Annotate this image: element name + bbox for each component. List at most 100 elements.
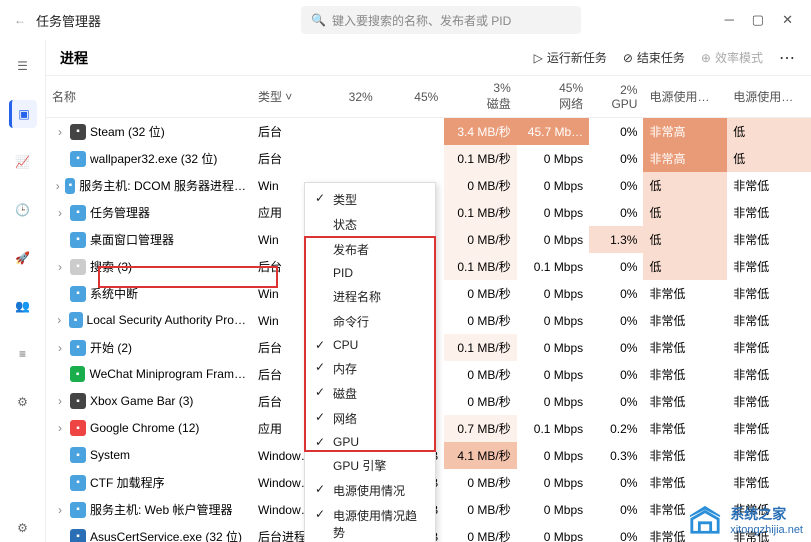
close-button[interactable]: ✕ <box>782 12 793 28</box>
process-name: wallpaper32.exe (32 位) <box>90 150 217 167</box>
process-icon: ▪ <box>70 420 86 436</box>
performance-tab-icon[interactable]: 📈 <box>9 148 37 176</box>
process-name: 任务管理器 <box>90 204 150 221</box>
search-icon: 🔍 <box>311 13 326 27</box>
cell-disk: 0 MB/秒 <box>444 361 516 388</box>
menu-item[interactable]: CPU <box>305 334 435 356</box>
menu-item[interactable]: 网络 <box>305 406 435 431</box>
table-row[interactable]: ▪ wallpaper32.exe (32 位) 后台 0.1 MB/秒 0 M… <box>46 145 811 172</box>
col-cpu[interactable]: 32% <box>320 76 379 118</box>
search-placeholder: 键入要搜索的名称、发布者或 PID <box>332 12 511 29</box>
details-tab-icon[interactable]: ≡ <box>9 340 37 368</box>
cell-disk: 0 MB/秒 <box>444 172 516 199</box>
cell-gpu: 0% <box>589 523 643 542</box>
cell-disk: 0 MB/秒 <box>444 226 516 253</box>
process-name: CTF 加载程序 <box>90 474 165 491</box>
end-task-button[interactable]: ⊘ 结束任务 <box>623 49 685 66</box>
cell-disk: 3.4 MB/秒 <box>444 118 516 146</box>
minimize-button[interactable]: ─ <box>725 12 734 28</box>
cell-net: 0.1 Mbps <box>517 253 589 280</box>
menu-item[interactable]: PID <box>305 262 435 284</box>
cell-gpu: 0% <box>589 280 643 307</box>
expand-icon[interactable]: › <box>54 341 66 355</box>
col-mem[interactable]: 45% <box>379 76 445 118</box>
process-name: WeChat Miniprogram Fram… <box>89 367 245 381</box>
cell-net: 0 Mbps <box>517 199 589 226</box>
menu-icon[interactable]: ☰ <box>9 52 37 80</box>
cell-power: 低 <box>643 253 727 280</box>
cell-disk: 0 MB/秒 <box>444 388 516 415</box>
cell-power-trend: 低 <box>727 118 811 146</box>
column-context-menu: 类型状态发布者PID进程名称命令行CPU内存磁盘网络GPUGPU 引擎电源使用情… <box>304 182 436 542</box>
settings-icon[interactable]: ⚙ <box>9 514 37 542</box>
maximize-button[interactable]: ▢ <box>752 12 764 28</box>
cell-power-trend: 非常低 <box>727 361 811 388</box>
expand-icon[interactable]: › <box>54 179 61 193</box>
cell-power-trend: 非常低 <box>727 415 811 442</box>
efficiency-mode-button[interactable]: ⊕ 效率模式 <box>701 49 763 66</box>
menu-item[interactable]: GPU <box>305 431 435 453</box>
expand-icon[interactable]: › <box>54 503 66 517</box>
menu-item[interactable]: 电源使用情况 <box>305 478 435 503</box>
cell-disk: 0.7 MB/秒 <box>444 415 516 442</box>
process-name: 服务主机: DCOM 服务器进程… <box>79 177 246 194</box>
cell-power: 非常低 <box>643 307 727 334</box>
more-icon[interactable]: ⋯ <box>779 48 797 68</box>
process-name: 服务主机: Web 帐户管理器 <box>90 501 232 518</box>
cell-gpu: 0.2% <box>589 415 643 442</box>
cell-net: 0 Mbps <box>517 388 589 415</box>
col-gpu[interactable]: 2%GPU <box>589 76 643 118</box>
menu-item[interactable]: 电源使用情况趋势 <box>305 503 435 542</box>
expand-icon[interactable]: › <box>54 394 66 408</box>
cell-power-trend: 非常低 <box>727 253 811 280</box>
cell-disk: 0.1 MB/秒 <box>444 253 516 280</box>
table-row[interactable]: › ▪ Steam (32 位) 后台 3.4 MB/秒 45.7 Mb… 0%… <box>46 118 811 146</box>
cell-mem <box>379 145 445 172</box>
menu-item[interactable]: 状态 <box>305 212 435 237</box>
process-icon: ▪ <box>70 447 86 463</box>
run-new-task-button[interactable]: ▷ 运行新任务 <box>534 49 607 66</box>
menu-item[interactable]: 类型 <box>305 187 435 212</box>
cell-power: 低 <box>643 199 727 226</box>
history-tab-icon[interactable]: 🕒 <box>9 196 37 224</box>
expand-icon[interactable]: › <box>54 125 66 139</box>
cell-gpu: 1.3% <box>589 226 643 253</box>
menu-item[interactable]: 进程名称 <box>305 284 435 309</box>
col-power-trend[interactable]: 电源使用情… <box>727 76 811 118</box>
process-icon: ▪ <box>70 205 86 221</box>
expand-icon[interactable]: › <box>54 421 66 435</box>
search-input[interactable]: 🔍 键入要搜索的名称、发布者或 PID <box>301 6 581 34</box>
back-icon[interactable]: ← <box>8 8 32 32</box>
processes-tab-icon[interactable]: ▣ <box>9 100 37 128</box>
menu-item[interactable]: 命令行 <box>305 309 435 334</box>
cell-disk: 0.1 MB/秒 <box>444 145 516 172</box>
process-name: 搜索 (3) <box>90 258 132 275</box>
services-tab-icon[interactable]: ⚙ <box>9 388 37 416</box>
expand-icon[interactable]: › <box>54 260 66 274</box>
menu-item[interactable]: GPU 引擎 <box>305 453 435 478</box>
watermark: 系统之家 xitongzhijia.net <box>686 504 803 536</box>
startup-tab-icon[interactable]: 🚀 <box>9 244 37 272</box>
menu-item[interactable]: 磁盘 <box>305 381 435 406</box>
cell-power-trend: 非常低 <box>727 442 811 469</box>
col-name[interactable]: 名称 <box>46 76 252 118</box>
process-icon: ▪ <box>70 124 86 140</box>
expand-icon[interactable]: › <box>54 313 65 327</box>
process-name: Google Chrome (12) <box>90 421 199 435</box>
col-type[interactable]: 类型 ˅ <box>252 76 320 118</box>
menu-item[interactable]: 发布者 <box>305 237 435 262</box>
expand-icon[interactable]: › <box>54 206 66 220</box>
col-disk[interactable]: 3%磁盘 <box>444 76 516 118</box>
process-name: System <box>90 448 130 462</box>
process-icon: ▪ <box>65 178 75 194</box>
users-tab-icon[interactable]: 👥 <box>9 292 37 320</box>
menu-item[interactable]: 内存 <box>305 356 435 381</box>
cell-disk: 0.1 MB/秒 <box>444 334 516 361</box>
cell-gpu: 0% <box>589 145 643 172</box>
col-power[interactable]: 电源使用情况 <box>643 76 727 118</box>
col-net[interactable]: 45%网络 <box>517 76 589 118</box>
cell-gpu: 0% <box>589 496 643 523</box>
cell-cpu <box>320 118 379 146</box>
process-icon: ▪ <box>69 312 83 328</box>
cell-power: 低 <box>643 226 727 253</box>
